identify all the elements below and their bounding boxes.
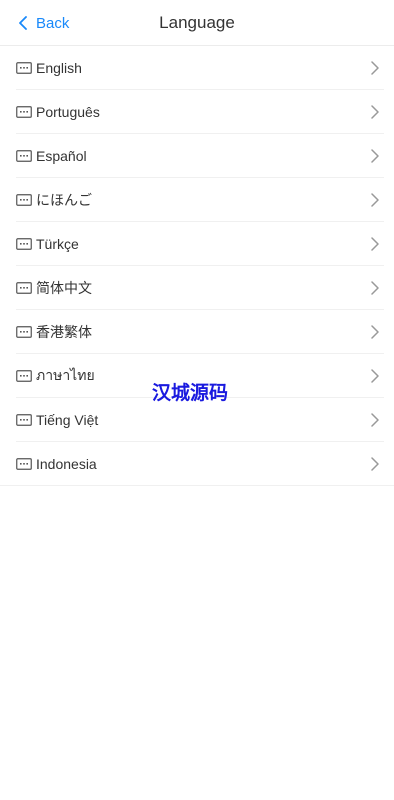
chevron-right-icon (370, 281, 380, 295)
keyboard-icon (16, 282, 32, 294)
language-label: English (36, 60, 82, 76)
keyboard-icon (16, 370, 32, 382)
language-item-turkish[interactable]: Türkçe (0, 222, 394, 266)
keyboard-icon (16, 238, 32, 250)
watermark-text: 汉城源码 (152, 382, 229, 404)
chevron-right-icon (370, 193, 380, 207)
language-label: Tiếng Việt (36, 412, 99, 428)
nav-bar: Back Language (0, 0, 394, 46)
language-label: 香港繁体 (36, 324, 92, 340)
language-label: にほんご (36, 192, 92, 208)
language-label: Español (36, 148, 87, 164)
back-label: Back (36, 14, 70, 32)
keyboard-icon (16, 106, 32, 118)
language-label: Indonesia (36, 456, 97, 472)
chevron-right-icon (370, 61, 380, 75)
chevron-left-icon (16, 16, 30, 30)
chevron-right-icon (370, 105, 380, 119)
language-item-spanish[interactable]: Español (0, 134, 394, 178)
language-label: 简体中文 (36, 280, 92, 296)
chevron-right-icon (370, 325, 380, 339)
language-item-english[interactable]: English (0, 46, 394, 90)
language-label: Português (36, 104, 100, 120)
keyboard-icon (16, 326, 32, 338)
language-item-simplified-chinese[interactable]: 简体中文 (0, 266, 394, 310)
chevron-right-icon (370, 149, 380, 163)
back-button[interactable]: Back (16, 0, 69, 46)
language-item-traditional-chinese[interactable]: 香港繁体 (0, 310, 394, 354)
keyboard-icon (16, 150, 32, 162)
language-item-portuguese[interactable]: Português (0, 90, 394, 134)
chevron-right-icon (370, 457, 380, 471)
keyboard-icon (16, 194, 32, 206)
language-item-japanese[interactable]: にほんご (0, 178, 394, 222)
language-label: Türkçe (36, 236, 79, 252)
language-list: English Português Español にほんご Türkçe 简体… (0, 46, 394, 486)
keyboard-icon (16, 62, 32, 74)
chevron-right-icon (370, 237, 380, 251)
keyboard-icon (16, 414, 32, 426)
chevron-right-icon (370, 413, 380, 427)
language-item-indonesian[interactable]: Indonesia (0, 442, 394, 486)
chevron-right-icon (370, 369, 380, 383)
keyboard-icon (16, 458, 32, 470)
